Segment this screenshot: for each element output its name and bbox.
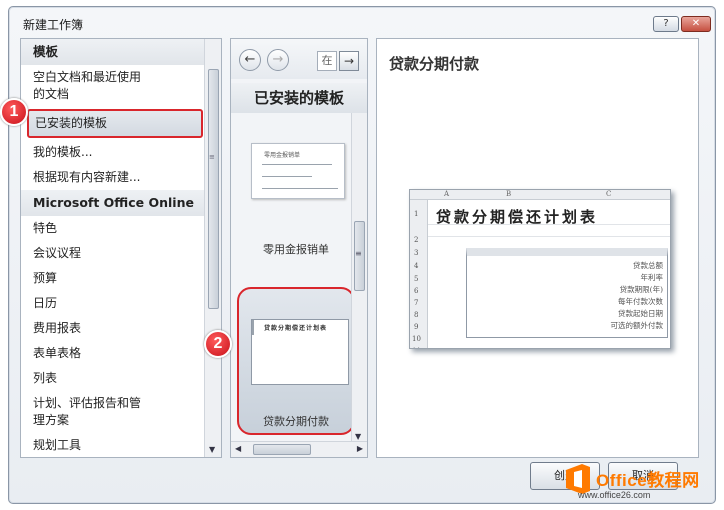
field-label: 可选的额外付款 <box>610 321 664 330</box>
category-new-from-existing[interactable]: 根据现有内容新建... <box>21 165 205 190</box>
sheet-title: 贷款分期偿还计划表 <box>436 208 599 226</box>
thumbnail-line <box>262 176 312 177</box>
online-category-forms[interactable]: 表单表格 <box>21 341 205 366</box>
scroll-grip-icon: ≡ <box>209 153 215 161</box>
help-button[interactable]: ? <box>653 16 679 32</box>
category-scrollbar-thumb[interactable] <box>208 69 219 309</box>
field-label: 年利率 <box>640 273 664 282</box>
template-category-pane: 模板 空白文档和最近使用的文档 已安装的模板 我的模板... 根据现有内容新建.… <box>20 38 222 458</box>
template-thumbnail: 零用金报销单 <box>251 143 345 199</box>
gallery-horizontal-scrollbar[interactable]: ◀ ▶ <box>231 441 367 457</box>
field-label: 每年付款次数 <box>618 297 663 306</box>
row-number: 5 <box>414 275 419 283</box>
template-thumbnail: 贷款分期偿还计划表 <box>251 319 349 385</box>
forward-arrow-icon[interactable]: → <box>267 49 289 71</box>
online-category-agendas[interactable]: 会议议程 <box>21 241 205 266</box>
callout-badge-2: 2 <box>204 330 232 358</box>
template-gallery-pane: ← → 在 → 已安装的模板 零用金报销单 零用金报销单 贷款分期偿还计划表 贷… <box>230 38 368 458</box>
column-header: A <box>444 190 450 198</box>
template-loan-amortization[interactable]: 贷款分期偿还计划表 贷款分期付款 <box>237 287 355 435</box>
templates-header: 模板 <box>21 39 205 65</box>
thumbnail-title: 零用金报销单 <box>264 152 301 159</box>
template-label: 贷款分期付款 <box>263 415 329 428</box>
row-number: 8 <box>414 311 419 319</box>
gallery-hscrollbar-thumb[interactable] <box>253 444 311 455</box>
back-arrow-icon[interactable]: ← <box>239 49 261 71</box>
row-number: 6 <box>414 287 419 295</box>
thumbnail-line <box>262 188 338 189</box>
gallery-nav-bar: ← → 在 → <box>231 39 367 79</box>
scroll-down-arrow-icon[interactable]: ▼ <box>209 445 215 454</box>
row-number: 4 <box>414 262 419 270</box>
template-preview-pane: 贷款分期付款 A B C 1 2 3 4 5 6 7 8 9 10 11 贷款分… <box>376 38 699 458</box>
column-header-row: A B C <box>410 190 670 200</box>
template-petty-cash[interactable]: 零用金报销单 零用金报销单 <box>241 135 351 256</box>
row-number: 7 <box>414 299 419 307</box>
category-blank-recent[interactable]: 空白文档和最近使用的文档 <box>21 65 141 107</box>
row-number: 2 <box>414 236 419 244</box>
callout-badge-1: 1 <box>0 98 28 126</box>
row-number: 10 <box>412 335 421 343</box>
online-category-budgets[interactable]: 预算 <box>21 266 205 291</box>
thumbnail-title: 贷款分期偿还计划表 <box>264 325 328 332</box>
scroll-grip-icon: ≡ <box>355 249 362 258</box>
category-installed-templates[interactable]: 已安装的模板 <box>27 109 203 138</box>
thumbnail-table <box>252 320 254 335</box>
scroll-left-arrow-icon[interactable]: ◀ <box>235 444 241 453</box>
online-category-planners[interactable]: 规划工具 <box>21 433 205 457</box>
row-number: 3 <box>414 249 419 257</box>
online-category-lists[interactable]: 列表 <box>21 366 205 391</box>
preview-title: 贷款分期付款 <box>389 55 480 73</box>
online-category-plans[interactable]: 计划、评估报告和管理方案 <box>21 391 151 433</box>
scroll-right-arrow-icon[interactable]: ▶ <box>357 444 363 453</box>
online-category-calendars[interactable]: 日历 <box>21 291 205 316</box>
dialog-title: 新建工作簿 <box>23 18 84 32</box>
field-label: 贷款起始日期 <box>618 309 663 318</box>
gallery-scrollbar[interactable]: ≡ ▼ <box>351 113 367 443</box>
row-header-column: 1 2 3 4 5 6 7 8 9 10 11 <box>410 200 428 348</box>
office-online-header: Microsoft Office Online <box>21 190 205 216</box>
row-number: 1 <box>414 210 419 218</box>
template-label: 零用金报销单 <box>263 243 329 256</box>
close-button[interactable]: ✕ <box>681 16 711 32</box>
scroll-down-arrow-icon[interactable]: ▼ <box>355 432 361 441</box>
preview-spreadsheet: A B C 1 2 3 4 5 6 7 8 9 10 11 贷款分期偿还计划表 … <box>409 189 671 349</box>
row-number: 9 <box>414 323 419 331</box>
template-category-list: 模板 空白文档和最近使用的文档 已安装的模板 我的模板... 根据现有内容新建.… <box>21 39 205 457</box>
watermark-brand: Office教程网 <box>596 471 700 490</box>
field-label: 贷款期限(年) <box>619 285 663 294</box>
category-scrollbar[interactable]: ≡ ▼ <box>204 39 221 457</box>
loan-fields-table: 贷款总额 年利率 贷款期限(年) 每年付款次数 贷款起始日期 可选的额外付款 <box>466 248 668 338</box>
column-header: B <box>506 190 512 198</box>
site-watermark: Office教程网 www.office26.com <box>556 460 722 506</box>
installed-templates-header: 已安装的模板 <box>231 83 367 113</box>
go-arrow-icon[interactable]: → <box>339 51 359 71</box>
online-category-expense-reports[interactable]: 费用报表 <box>21 316 205 341</box>
category-my-templates[interactable]: 我的模板... <box>21 140 205 165</box>
watermark-url: www.office26.com <box>578 490 651 500</box>
row-number: 11 <box>412 347 421 348</box>
dialog-titlebar: 新建工作簿 ? ✕ <box>9 7 715 37</box>
column-header: C <box>606 190 612 198</box>
grid-line <box>428 236 670 237</box>
search-location-field[interactable]: 在 <box>317 51 337 71</box>
thumbnail-line <box>262 164 332 165</box>
field-label: 贷款总额 <box>633 261 663 270</box>
online-category-featured[interactable]: 特色 <box>21 216 205 241</box>
